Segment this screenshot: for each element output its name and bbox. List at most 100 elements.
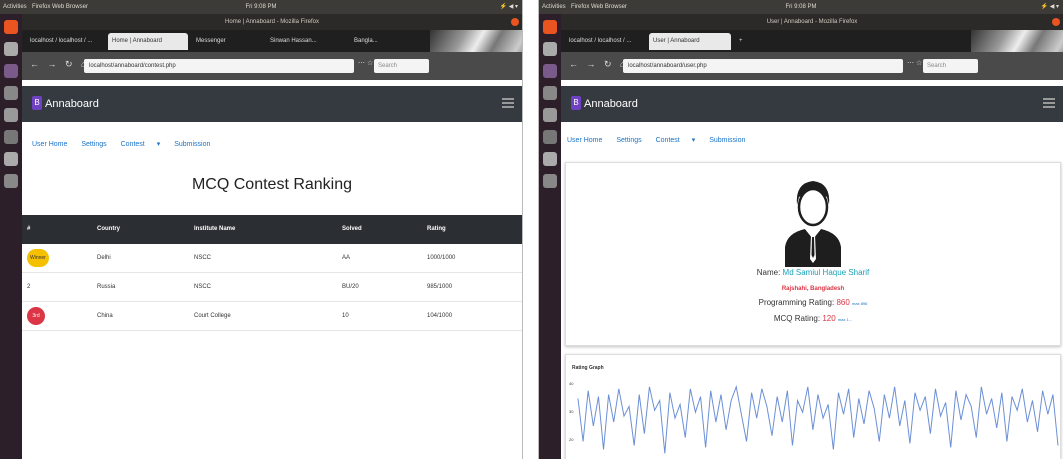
app-icon[interactable]: [4, 130, 18, 144]
brand-name: Annaboard: [45, 98, 99, 110]
country-cell: China: [97, 313, 113, 319]
table-header: # Country Institute Name Solved Rating: [22, 215, 522, 244]
url-bar[interactable]: localhost/annaboard/contest.php: [84, 59, 354, 73]
browser-tabstrip: localhost / localhost / ... Home | Annab…: [22, 30, 522, 52]
browser-tab[interactable]: localhost / localhost / ...: [26, 33, 104, 50]
institute-cell: NSCC: [194, 255, 212, 261]
navigation-arrows-icon[interactable]: ← → ↻ ⌂: [30, 59, 89, 70]
institute-cell: NSCC: [194, 284, 212, 290]
hamburger-menu-icon[interactable]: [1043, 98, 1055, 108]
firefox-icon[interactable]: [543, 20, 557, 34]
clock[interactable]: Fri 9:08 PM: [785, 0, 816, 14]
app-icon[interactable]: [543, 64, 557, 78]
firefox-icon[interactable]: [4, 20, 18, 34]
desktop-background-image: [430, 30, 522, 52]
profile-card: Name: Md Samiul Haque Sharif Rajshahi, B…: [565, 162, 1061, 346]
app-icon[interactable]: [543, 86, 557, 100]
reader-icon[interactable]: ⋯ ☆: [907, 59, 922, 67]
app-icon[interactable]: [4, 152, 18, 166]
brand[interactable]: B Annaboard: [32, 96, 99, 112]
menu-link-settings[interactable]: Settings: [81, 141, 106, 148]
browser-tab[interactable]: Messenger: [192, 33, 262, 50]
app-menu[interactable]: Firefox Web Browser: [32, 0, 88, 14]
browser-tab-active[interactable]: User | Annaboard: [649, 33, 731, 50]
activities-button[interactable]: Activities: [3, 0, 27, 14]
app-menu[interactable]: Firefox Web Browser: [571, 0, 627, 14]
reader-icon[interactable]: ⋯ ☆: [358, 59, 373, 67]
activities-button[interactable]: Activities: [542, 0, 566, 14]
navigation-arrows-icon[interactable]: ← → ↻ ⌂: [569, 59, 628, 70]
app-icon[interactable]: [543, 174, 557, 188]
system-tray[interactable]: ⚡ ◀ ▾: [500, 0, 518, 14]
browser-tab[interactable]: Bangla...: [350, 33, 410, 50]
close-window-icon[interactable]: [1052, 18, 1060, 26]
graph-title: Rating Graph: [572, 365, 604, 371]
user-avatar-icon: [785, 181, 841, 267]
menu-link-submission[interactable]: Submission: [709, 137, 745, 144]
window-titlebar[interactable]: Home | Annaboard - Mozilla Firefox: [22, 14, 522, 30]
page-menu: User Home Settings Contest ▾ Submission: [567, 136, 757, 144]
menu-link-contest[interactable]: Contest ▾: [656, 137, 696, 144]
app-icon[interactable]: [543, 152, 557, 166]
rank-badge: Winner: [27, 249, 49, 267]
desktop-background-image: [971, 30, 1063, 52]
browser-tabstrip: localhost / localhost / ... User | Annab…: [561, 30, 1063, 52]
window-titlebar[interactable]: User | Annaboard - Mozilla Firefox: [561, 14, 1063, 30]
os-topbar: Activities Firefox Web Browser Fri 9:08 …: [539, 0, 1063, 14]
app-icon[interactable]: [4, 174, 18, 188]
os-topbar: Activities Firefox Web Browser Fri 9:08 …: [0, 0, 522, 14]
brand-name: Annaboard: [584, 98, 638, 110]
url-bar[interactable]: localhost/annaboard/user.php: [623, 59, 903, 73]
page-menu: User Home Settings Contest ▾ Submission: [32, 140, 222, 148]
column-header: Institute Name: [194, 226, 236, 232]
country-cell: Delhi: [97, 255, 111, 261]
country-cell: Russia: [97, 284, 116, 290]
menu-link-settings[interactable]: Settings: [616, 137, 641, 144]
close-window-icon[interactable]: [511, 18, 519, 26]
new-tab-button[interactable]: +: [735, 33, 751, 50]
menu-link-user-home[interactable]: User Home: [567, 137, 602, 144]
ranking-table: # Country Institute Name Solved Rating W…: [22, 215, 522, 331]
menu-link-contest[interactable]: Contest ▾: [121, 141, 161, 148]
brand[interactable]: B Annaboard: [571, 96, 638, 112]
mcq-rating-note: max 1...: [837, 317, 853, 322]
table-row[interactable]: 2 Russia NSCC BU/20 985/1000: [22, 273, 522, 302]
name-value[interactable]: Md Samiul Haque Sharif: [783, 268, 870, 277]
window-title: Home | Annaboard - Mozilla Firefox: [225, 19, 319, 25]
files-icon[interactable]: [4, 42, 18, 56]
rating-line: [577, 384, 1059, 454]
system-tray[interactable]: ⚡ ◀ ▾: [1041, 0, 1059, 14]
menu-link-submission[interactable]: Submission: [174, 141, 210, 148]
rating-cell: 1000/1000: [427, 255, 456, 261]
table-row[interactable]: 3rd China Court College 10 104/1000: [22, 302, 522, 331]
hamburger-menu-icon[interactable]: [502, 98, 514, 108]
menu-link-user-home[interactable]: User Home: [32, 141, 67, 148]
app-icon[interactable]: [543, 108, 557, 122]
solved-cell: 10: [342, 313, 349, 319]
browser-navbar: ← → ↻ ⌂ localhost/annaboard/user.php ⋯ ☆…: [561, 52, 1063, 80]
clock[interactable]: Fri 9:08 PM: [245, 0, 276, 14]
files-icon[interactable]: [543, 42, 557, 56]
rank-badge: 3rd: [27, 307, 45, 325]
app-icon[interactable]: [543, 130, 557, 144]
window-title: User | Annaboard - Mozilla Firefox: [766, 19, 858, 25]
app-icon[interactable]: [4, 86, 18, 100]
rating-graph-card: Rating Graph 40 30 20: [565, 354, 1061, 459]
profile-name: Name: Md Samiul Haque Sharif: [566, 268, 1060, 277]
app-icon[interactable]: [4, 64, 18, 78]
table-row[interactable]: Winner Delhi NSCC AA 1000/1000: [22, 244, 522, 273]
column-header: Rating: [427, 226, 446, 232]
rank-cell: 2: [27, 284, 31, 290]
rating-graph[interactable]: [566, 373, 1060, 459]
browser-tab-active[interactable]: Home | Annaboard: [108, 33, 188, 50]
app-icon[interactable]: [4, 108, 18, 122]
left-screenshot: Activities Firefox Web Browser Fri 9:08 …: [0, 0, 523, 459]
search-input[interactable]: Search: [923, 59, 978, 73]
programming-rating-value: 860: [836, 298, 850, 307]
browser-tab[interactable]: localhost / localhost / ...: [565, 33, 645, 50]
solved-cell: AA: [342, 255, 351, 261]
launcher: [539, 14, 561, 459]
programming-rating: Programming Rating: 860 max 896: [758, 298, 868, 307]
search-input[interactable]: Search: [374, 59, 429, 73]
browser-tab[interactable]: Sinwan Hassan...: [266, 33, 346, 50]
